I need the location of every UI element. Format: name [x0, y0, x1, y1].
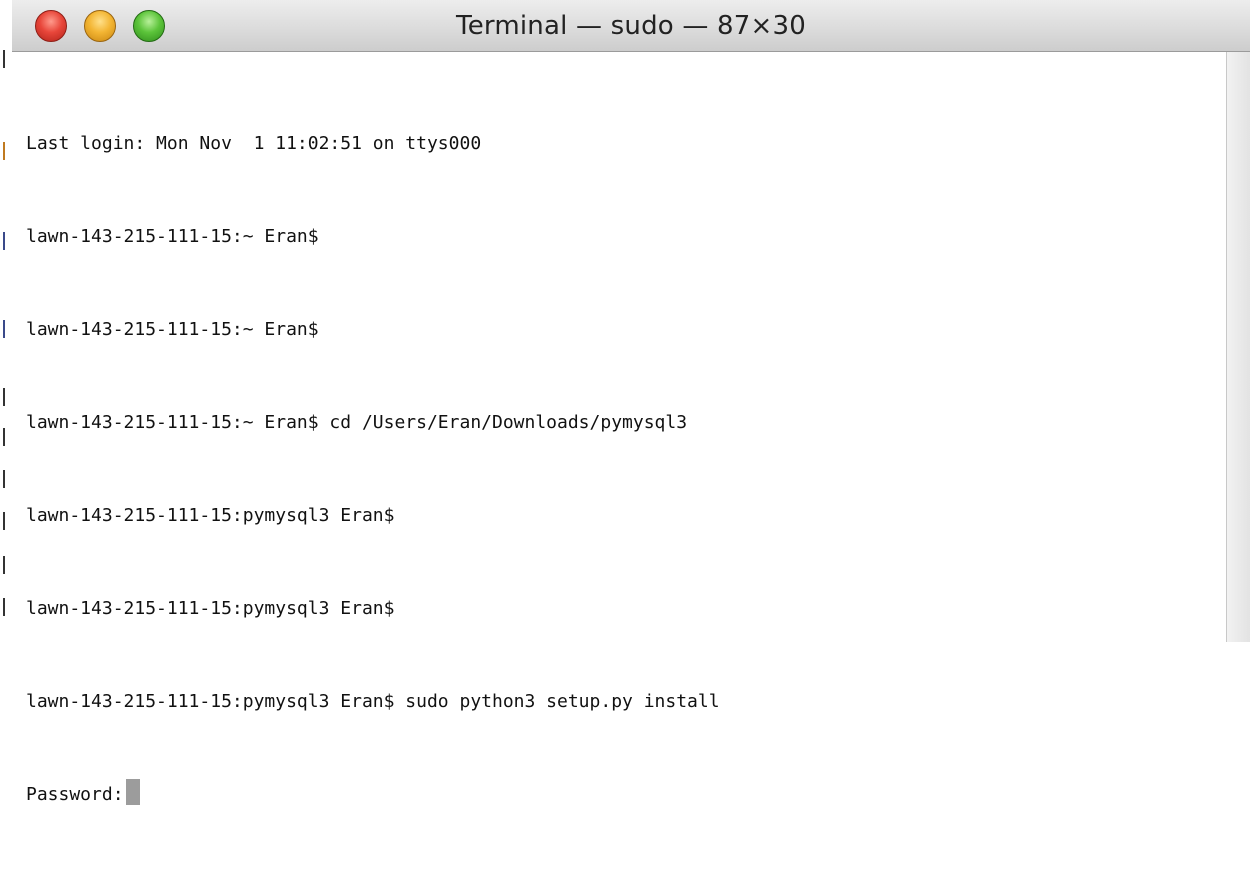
terminal-line: lawn-143-215-111-15:~ Eran$	[26, 226, 319, 247]
terminal-window: Terminal — sudo — 87×30 Last login: Mon …	[0, 0, 1250, 805]
edge-mark	[3, 556, 9, 574]
title-bar[interactable]: Terminal — sudo — 87×30	[12, 0, 1250, 52]
scrollbar[interactable]	[1226, 52, 1250, 642]
password-prompt: Password:	[26, 784, 124, 805]
edge-mark	[3, 232, 9, 250]
terminal-output: Last login: Mon Nov 1 11:02:51 on ttys00…	[26, 66, 1216, 872]
terminal-output-area[interactable]: Last login: Mon Nov 1 11:02:51 on ttys00…	[12, 52, 1226, 805]
edge-mark	[3, 512, 9, 530]
background-window-edge	[0, 0, 12, 642]
terminal-line: lawn-143-215-111-15:pymysql3 Eran$	[26, 598, 395, 619]
edge-mark	[3, 598, 9, 616]
edge-mark	[3, 428, 9, 446]
edge-mark	[3, 50, 9, 68]
text-cursor	[125, 779, 140, 805]
edge-mark	[3, 142, 9, 160]
terminal-line: lawn-143-215-111-15:pymysql3 Eran$ sudo …	[26, 691, 720, 712]
terminal-line: lawn-143-215-111-15:pymysql3 Eran$	[26, 505, 395, 526]
edge-mark	[3, 470, 9, 488]
password-prompt-line[interactable]: Password:	[26, 779, 1216, 810]
window-title: Terminal — sudo — 87×30	[456, 11, 806, 41]
terminal-line: lawn-143-215-111-15:~ Eran$ cd /Users/Er…	[26, 412, 688, 433]
terminal-line: lawn-143-215-111-15:~ Eran$	[26, 319, 319, 340]
edge-mark	[3, 320, 9, 338]
edge-mark	[3, 388, 9, 406]
terminal-line: Last login: Mon Nov 1 11:02:51 on ttys00…	[26, 133, 482, 154]
